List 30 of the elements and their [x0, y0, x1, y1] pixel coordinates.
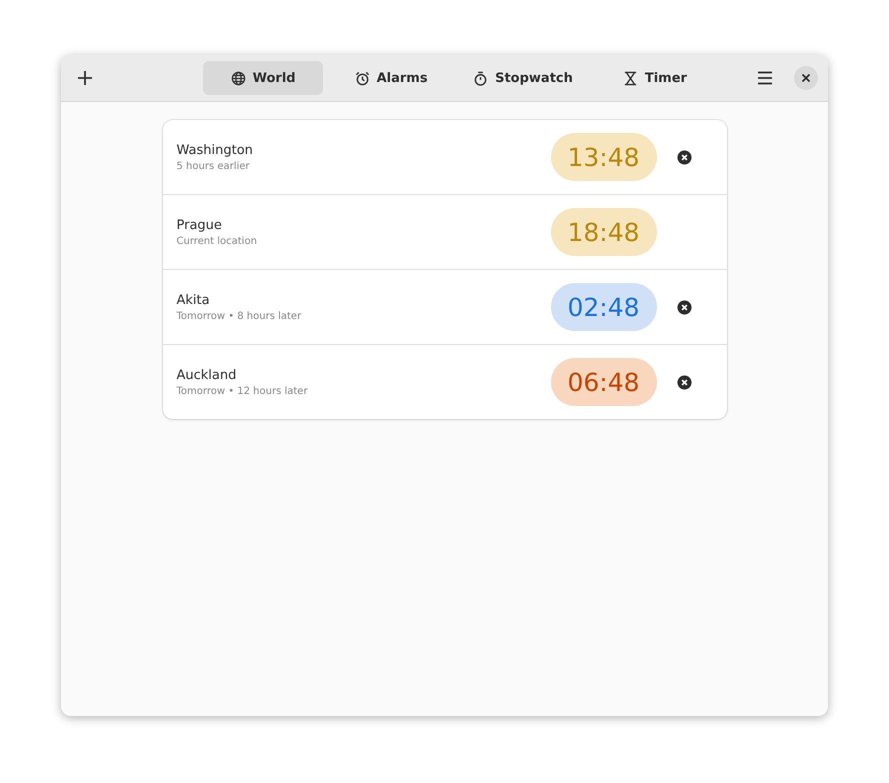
- time-label: 06:48: [550, 358, 656, 406]
- view-tab[interactable]: Alarms: [331, 61, 452, 95]
- time-label: 02:48: [550, 283, 656, 331]
- time-label: 18:48: [550, 208, 656, 256]
- remove-button[interactable]: [677, 374, 692, 390]
- remove-icon: [677, 150, 692, 164]
- close-icon: [801, 73, 811, 83]
- time-label: 13:48: [550, 133, 656, 181]
- city-name: Auckland: [176, 368, 238, 382]
- view-tab[interactable]: Stopwatch: [459, 61, 587, 95]
- time-offset: Tomorrow • 12 hours later: [176, 386, 309, 396]
- time-offset: 5 hours earlier: [176, 160, 251, 172]
- close-button[interactable]: [794, 66, 818, 90]
- menu-icon: [757, 71, 773, 85]
- time-offset: Current location: [176, 236, 258, 246]
- plus-icon: [77, 70, 93, 86]
- city-name: Washington: [176, 142, 254, 158]
- globe-icon: [230, 70, 246, 86]
- alarm-clock-icon: [354, 70, 370, 86]
- remove-button[interactable]: [677, 300, 692, 314]
- time-offset: Tomorrow • 8 hours later: [176, 310, 302, 322]
- remove-icon: [677, 374, 692, 390]
- city-name: Akita: [176, 292, 211, 308]
- remove-button[interactable]: [677, 150, 692, 164]
- city-name: Prague: [176, 218, 223, 232]
- remove-icon: [677, 300, 692, 314]
- view-tab[interactable]: Timer: [594, 61, 715, 95]
- view-tab[interactable]: World: [203, 61, 324, 95]
- hourglass-icon: [622, 70, 638, 86]
- stopwatch-icon: [473, 70, 488, 86]
